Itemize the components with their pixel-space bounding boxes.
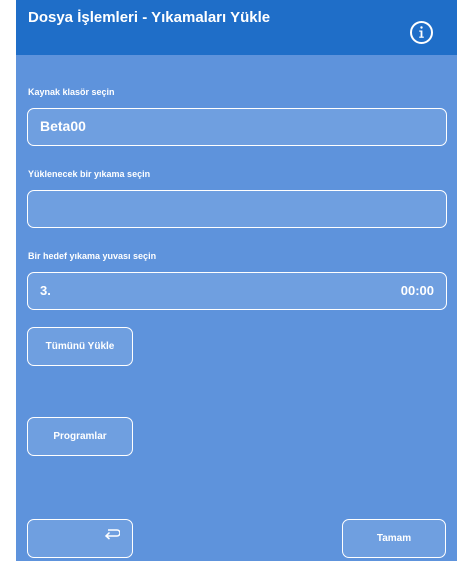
target-slot-field[interactable]: 3. 00:00 bbox=[27, 272, 447, 310]
load-all-button[interactable]: Tümünü Yükle bbox=[27, 327, 133, 366]
back-button[interactable] bbox=[27, 519, 133, 558]
info-button[interactable] bbox=[410, 21, 433, 44]
source-folder-value: Beta00 bbox=[40, 118, 86, 134]
target-slot-number: 3. bbox=[40, 283, 51, 298]
target-slot-label: Bir hedef yıkama yuvası seçin bbox=[28, 251, 157, 261]
page-title: Dosya İşlemleri - Yıkamaları Yükle bbox=[28, 9, 271, 26]
wash-to-load-label: Yüklenecek bir yıkama seçin bbox=[28, 169, 151, 179]
title-bar: Dosya İşlemleri - Yıkamaları Yükle bbox=[16, 0, 457, 55]
info-icon bbox=[419, 26, 424, 38]
source-folder-field[interactable]: Beta00 bbox=[27, 108, 447, 146]
ok-button[interactable]: Tamam bbox=[342, 519, 446, 558]
target-slot-time: 00:00 bbox=[400, 283, 434, 298]
source-folder-label: Kaynak klasör seçin bbox=[28, 87, 115, 97]
programs-button[interactable]: Programlar bbox=[27, 417, 133, 456]
wash-to-load-field[interactable] bbox=[27, 190, 447, 228]
back-arrow-icon bbox=[104, 529, 120, 540]
screen: Dosya İşlemleri - Yıkamaları Yükle Kayna… bbox=[16, 0, 457, 561]
content-panel: Kaynak klasör seçin Beta00 Yüklenecek bi… bbox=[16, 55, 457, 561]
